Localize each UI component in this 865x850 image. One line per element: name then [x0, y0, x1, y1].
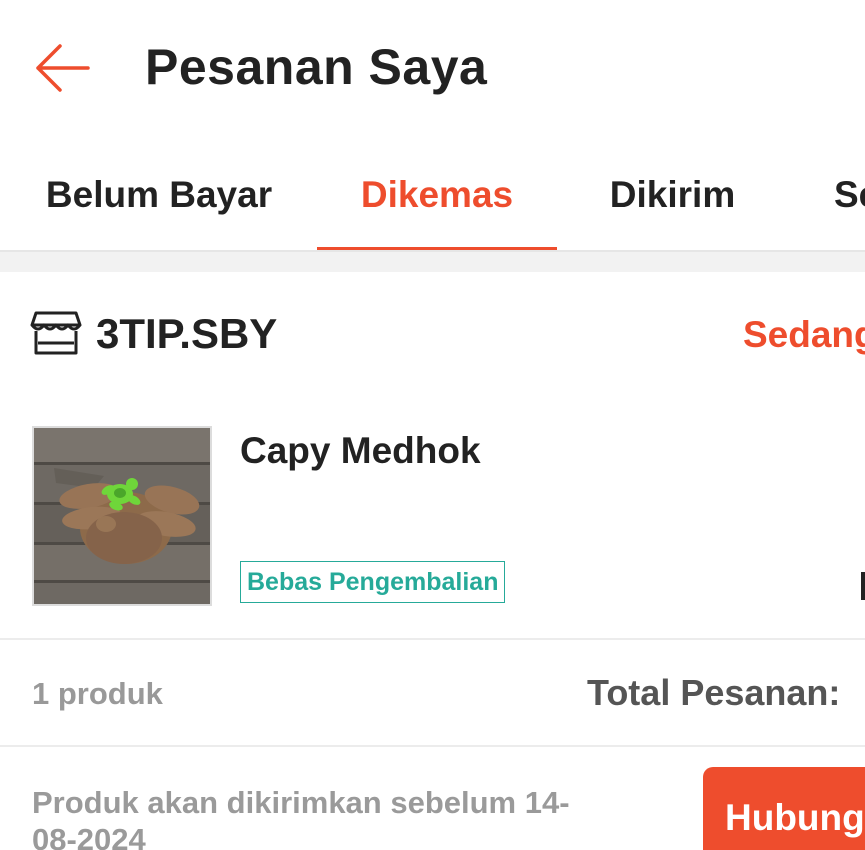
- tab-label: Belum Bayar: [45, 174, 273, 215]
- capybara-plush-image: [34, 428, 210, 604]
- back-button[interactable]: [30, 40, 92, 96]
- page-title: Pesanan Saya: [145, 39, 488, 95]
- divider: [0, 745, 865, 747]
- free-return-badge: Bebas Pengembalian: [240, 561, 506, 603]
- product-name[interactable]: Capy Medhok: [240, 430, 481, 472]
- tab-belum-bayar[interactable]: Belum Bayar: [40, 140, 278, 250]
- order-status-label: Sedang: [743, 314, 865, 355]
- shop-row[interactable]: 3TIP.SBY Sedang: [0, 272, 865, 402]
- product-price-edge: [861, 572, 865, 600]
- tab-label: Dikirim: [609, 174, 736, 215]
- shop-name[interactable]: 3TIP.SBY: [96, 310, 277, 358]
- app-header: Pesanan Saya: [0, 0, 865, 140]
- order-summary-row: 1 produk Total Pesanan:: [0, 642, 865, 746]
- divider: [0, 638, 865, 640]
- order-card[interactable]: 3TIP.SBY Sedang Capy Medhok Bebas Pengem…: [0, 272, 865, 850]
- arrow-left-icon: [36, 44, 90, 92]
- section-gap: [0, 252, 865, 272]
- shipping-deadline-note: Produk akan dikirimkan sebelum 14-08-202…: [32, 785, 570, 850]
- product-image[interactable]: [32, 426, 212, 606]
- tab-dikirim[interactable]: Dikirim: [600, 140, 745, 250]
- tab-label: Dikemas: [360, 174, 514, 215]
- store-icon: [30, 311, 82, 355]
- tab-label: Se: [834, 174, 865, 215]
- product-count: 1 produk: [32, 676, 163, 711]
- contact-seller-button[interactable]: Hubung: [703, 767, 865, 850]
- tab-selesai[interactable]: Se: [834, 140, 865, 250]
- tab-dikemas[interactable]: Dikemas: [317, 140, 557, 250]
- order-total-label: Total Pesanan:: [587, 672, 841, 713]
- order-status-tabs: Belum Bayar Dikemas Dikirim Se: [0, 140, 865, 252]
